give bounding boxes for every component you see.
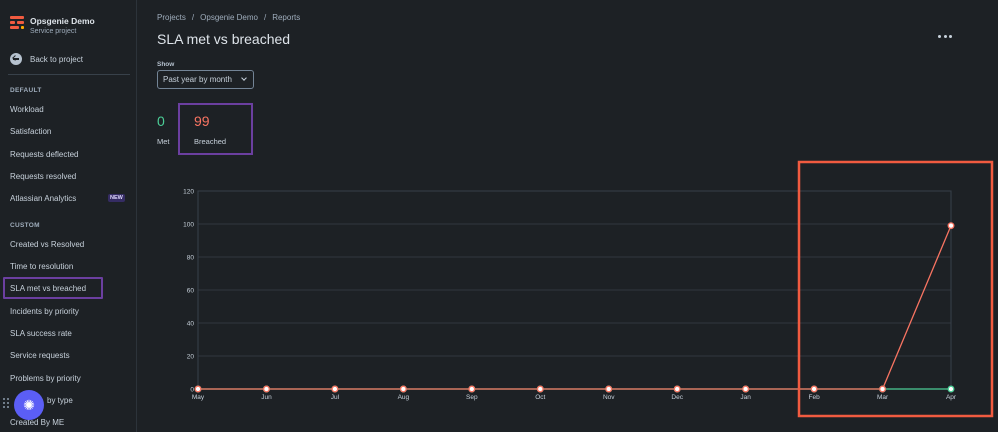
breached-series-line	[198, 225, 952, 390]
sidebar-item-atlassian-analytics[interactable]: Atlassian Analytics	[10, 194, 76, 203]
y-tick-label: 20	[187, 353, 195, 360]
section-title-custom: CUSTOM	[10, 222, 40, 229]
y-tick-label: 120	[183, 188, 194, 195]
met-data-point	[947, 385, 955, 393]
x-tick-label: Jan	[740, 394, 751, 401]
sidebar-item-requests-resolved[interactable]: Requests resolved	[10, 172, 76, 181]
x-tick-label: Jun	[261, 394, 272, 401]
sla-line-chart: 0 20 40 60 80 100 120 May Jun Jul Aug Sep Oct Nov Dec J…	[183, 160, 994, 418]
y-tick-label: 60	[187, 287, 195, 294]
sidebar-item-created-vs-resolved[interactable]: Created vs Resolved	[10, 240, 84, 249]
x-tick-label: Dec	[671, 394, 683, 401]
back-arrow-icon	[10, 53, 22, 65]
breached-data-point	[399, 385, 407, 393]
selected-item-outline	[3, 277, 103, 299]
sparkle-icon: ✺	[23, 396, 35, 413]
sidebar-item-problems-by-priority[interactable]: Problems by priority	[10, 374, 81, 383]
breached-data-point	[194, 385, 202, 393]
breached-data-point	[605, 385, 613, 393]
sidebar-divider	[8, 74, 130, 75]
breached-data-point	[673, 385, 681, 393]
project-logo-icon	[10, 16, 24, 32]
annotation-highlight-box	[797, 160, 994, 418]
breached-data-point	[536, 385, 544, 393]
breached-data-point	[263, 385, 270, 393]
project-type: Service project	[30, 28, 77, 35]
drag-handle-icon[interactable]	[3, 398, 11, 410]
x-tick-label: Sep	[466, 394, 478, 401]
sidebar-item-satisfaction[interactable]: Satisfaction	[10, 127, 51, 136]
back-to-project-link[interactable]: Back to project	[10, 53, 83, 65]
project-name: Opsgenie Demo	[30, 16, 95, 26]
x-tick-label: Jul	[331, 394, 340, 401]
x-tick-label: Nov	[603, 394, 615, 401]
breached-data-point	[879, 385, 886, 393]
project-header[interactable]: Opsgenie Demo Service project	[10, 13, 95, 35]
x-tick-label: Mar	[877, 394, 889, 401]
sidebar: Opsgenie Demo Service project Back to pr…	[0, 0, 137, 432]
y-tick-label: 0	[190, 386, 194, 393]
sidebar-item-time-to-resolution[interactable]: Time to resolution	[10, 262, 73, 271]
sidebar-item-sla-success-rate[interactable]: SLA success rate	[10, 329, 72, 338]
sidebar-item-requests-deflected[interactable]: Requests deflected	[10, 150, 79, 159]
y-tick-label: 100	[183, 221, 194, 228]
x-tick-label: Aug	[398, 394, 410, 401]
back-label: Back to project	[30, 54, 83, 64]
new-badge: NEW	[108, 194, 125, 202]
section-title-default: DEFAULT	[10, 87, 42, 94]
assistant-button[interactable]: ✺	[14, 390, 44, 420]
main-content: Projects / Opsgenie Demo / Reports SLA m…	[137, 0, 998, 432]
x-tick-label: Oct	[535, 394, 545, 401]
sidebar-item-by-type[interactable]: by type	[47, 396, 73, 405]
breached-data-point	[810, 385, 818, 393]
breached-data-point	[331, 385, 339, 393]
x-tick-label: May	[192, 394, 205, 401]
sidebar-item-workload[interactable]: Workload	[10, 105, 44, 114]
breached-data-point	[742, 385, 750, 393]
sidebar-item-created-by-me[interactable]: Created By ME	[10, 418, 64, 427]
x-tick-label: Apr	[946, 394, 957, 401]
y-tick-label: 40	[187, 320, 195, 327]
sidebar-item-incidents-by-priority[interactable]: Incidents by priority	[10, 307, 79, 316]
y-tick-label: 80	[187, 254, 195, 261]
breached-data-point	[947, 222, 955, 230]
breached-data-point	[468, 385, 476, 393]
x-tick-label: Feb	[808, 394, 820, 401]
sidebar-item-service-requests[interactable]: Service requests	[10, 351, 70, 360]
